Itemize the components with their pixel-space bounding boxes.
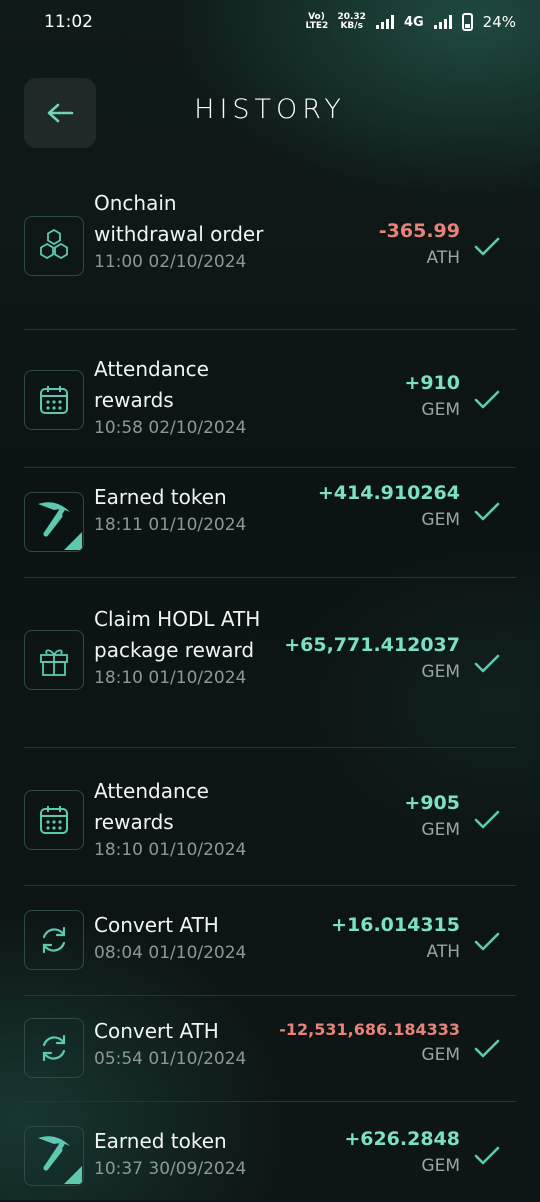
- transaction-amount: +414.910264: [317, 482, 460, 504]
- transaction-row[interactable]: Attendance rewards 18:10 01/10/2024 +905 GE…: [24, 748, 516, 886]
- transaction-row[interactable]: Earned token 18:11 01/10/2024 +414.910264 G…: [24, 468, 516, 578]
- transaction-label: Attendance rewards: [94, 779, 209, 834]
- transaction-info: Earned token 18:11 01/10/2024: [94, 482, 284, 535]
- transaction-info: Attendance rewards 18:10 01/10/2024: [94, 776, 284, 860]
- transaction-row[interactable]: Convert ATH 08:04 01/10/2024 +16.014315 ATH: [24, 886, 516, 996]
- transaction-currency: GEM: [421, 662, 460, 682]
- calendar-icon: [37, 383, 71, 417]
- transaction-currency: GEM: [421, 1045, 460, 1065]
- transaction-currency: GEM: [421, 1156, 460, 1176]
- transaction-datetime: 08:04 01/10/2024: [94, 943, 247, 963]
- checkmark-icon: [474, 1039, 500, 1059]
- volte-indicator: Vo) LTE2: [305, 12, 329, 31]
- transaction-amount-block: +626.2848 GEM: [344, 1128, 460, 1176]
- transaction-row[interactable]: Convert ATH 05:54 01/10/2024 -12,531,686.1…: [24, 996, 516, 1102]
- checkmark-icon: [474, 237, 500, 257]
- checkmark-icon: [474, 654, 500, 674]
- transaction-icon-box: [24, 492, 84, 552]
- checkmark-icon: [474, 932, 500, 952]
- transaction-info: Attendance rewards 10:58 02/10/2024: [94, 354, 284, 438]
- transaction-label: Onchain withdrawal order: [94, 191, 264, 246]
- transaction-icon-box: [24, 790, 84, 850]
- transaction-info: Claim HODL ATH package reward 18:10 01/10…: [94, 604, 284, 688]
- transaction-amount: +905: [404, 792, 460, 814]
- transaction-datetime: 10:37 30/09/2024: [94, 1159, 247, 1179]
- transaction-row[interactable]: Claim HODL ATH package reward 18:10 01/10…: [24, 578, 516, 748]
- transaction-info: Onchain withdrawal order 11:00 02/10/2024: [94, 188, 284, 272]
- gift-icon: [36, 642, 72, 678]
- checkmark-icon: [474, 502, 500, 522]
- transaction-amount-block: +16.014315 ATH: [331, 914, 460, 962]
- transaction-currency: ATH: [426, 248, 460, 268]
- transaction-amount-block: +910 GEM: [404, 372, 460, 420]
- status-time: 11:02: [44, 12, 93, 32]
- transaction-amount-block: +65,771.412037 GEM: [284, 634, 460, 682]
- transaction-row[interactable]: Attendance rewards 10:58 02/10/2024 +910 GE…: [24, 330, 516, 468]
- transaction-info: Convert ATH 08:04 01/10/2024: [94, 910, 284, 963]
- refresh-icon: [37, 923, 71, 957]
- transaction-amount: -365.99: [378, 220, 460, 242]
- transaction-icon-box: [24, 1018, 84, 1078]
- transaction-list: Onchain withdrawal order 11:00 02/10/2024…: [24, 180, 516, 1202]
- transaction-row[interactable]: Onchain withdrawal order 11:00 02/10/2024…: [24, 180, 516, 330]
- transaction-amount-block: +905 GEM: [404, 792, 460, 840]
- checkmark-icon: [474, 390, 500, 410]
- transaction-label: Earned token: [94, 485, 227, 509]
- transaction-label: Earned token: [94, 1129, 227, 1153]
- pickaxe-icon: [26, 1128, 82, 1184]
- header: HISTORY: [0, 78, 540, 150]
- transaction-label: Claim HODL ATH package reward: [94, 607, 261, 662]
- transaction-info: Earned token 10:37 30/09/2024: [94, 1126, 284, 1179]
- network-speed: 20.32 KB/s: [337, 12, 366, 31]
- transaction-icon-box: [24, 370, 84, 430]
- transaction-amount: +910: [404, 372, 460, 394]
- transaction-datetime: 11:00 02/10/2024: [94, 252, 247, 272]
- transaction-amount: +65,771.412037: [284, 634, 460, 656]
- network-type: 4G: [403, 14, 424, 30]
- page-title: HISTORY: [194, 94, 346, 125]
- transaction-datetime: 18:10 01/10/2024: [94, 668, 247, 688]
- transaction-currency: GEM: [421, 400, 460, 420]
- transaction-icon-box: [24, 216, 84, 276]
- hexagons-icon: [35, 227, 73, 265]
- signal-icon: [375, 15, 394, 29]
- transaction-amount: +16.014315: [331, 914, 460, 936]
- transaction-label: Convert ATH: [94, 1019, 219, 1043]
- transaction-info: Convert ATH 05:54 01/10/2024: [94, 1016, 284, 1069]
- transaction-currency: GEM: [421, 510, 460, 530]
- checkmark-icon: [474, 810, 500, 830]
- signal-icon-2: [433, 15, 452, 29]
- status-bar: 11:02 Vo) LTE2 20.32 KB/s 4G 24%: [0, 0, 540, 44]
- transaction-label: Attendance rewards: [94, 357, 209, 412]
- transaction-datetime: 18:10 01/10/2024: [94, 840, 247, 860]
- transaction-icon-box: [24, 1126, 84, 1186]
- refresh-icon: [37, 1031, 71, 1065]
- transaction-currency: ATH: [426, 942, 460, 962]
- transaction-row[interactable]: Earned token 10:37 30/09/2024 +626.2848 GEM: [24, 1102, 516, 1202]
- transaction-icon-box: [24, 630, 84, 690]
- transaction-amount-block: -365.99 ATH: [379, 220, 460, 268]
- checkmark-icon: [474, 1146, 500, 1166]
- transaction-datetime: 05:54 01/10/2024: [94, 1049, 247, 1069]
- pickaxe-icon: [26, 494, 82, 550]
- transaction-datetime: 18:11 01/10/2024: [94, 515, 247, 535]
- transaction-label: Convert ATH: [94, 913, 219, 937]
- transaction-currency: GEM: [421, 820, 460, 840]
- battery-level: 24%: [482, 13, 516, 31]
- status-icons: Vo) LTE2 20.32 KB/s 4G 24%: [305, 13, 516, 31]
- transaction-amount-block: +414.910264 GEM: [318, 482, 460, 530]
- transaction-amount: -12,531,686.184333: [279, 1020, 460, 1039]
- calendar-icon: [37, 803, 71, 837]
- battery-icon: [461, 13, 473, 31]
- transaction-icon-box: [24, 910, 84, 970]
- transaction-datetime: 10:58 02/10/2024: [94, 418, 247, 438]
- transaction-amount: +626.2848: [344, 1128, 460, 1150]
- transaction-amount-block: -12,531,686.184333 GEM: [279, 1020, 460, 1065]
